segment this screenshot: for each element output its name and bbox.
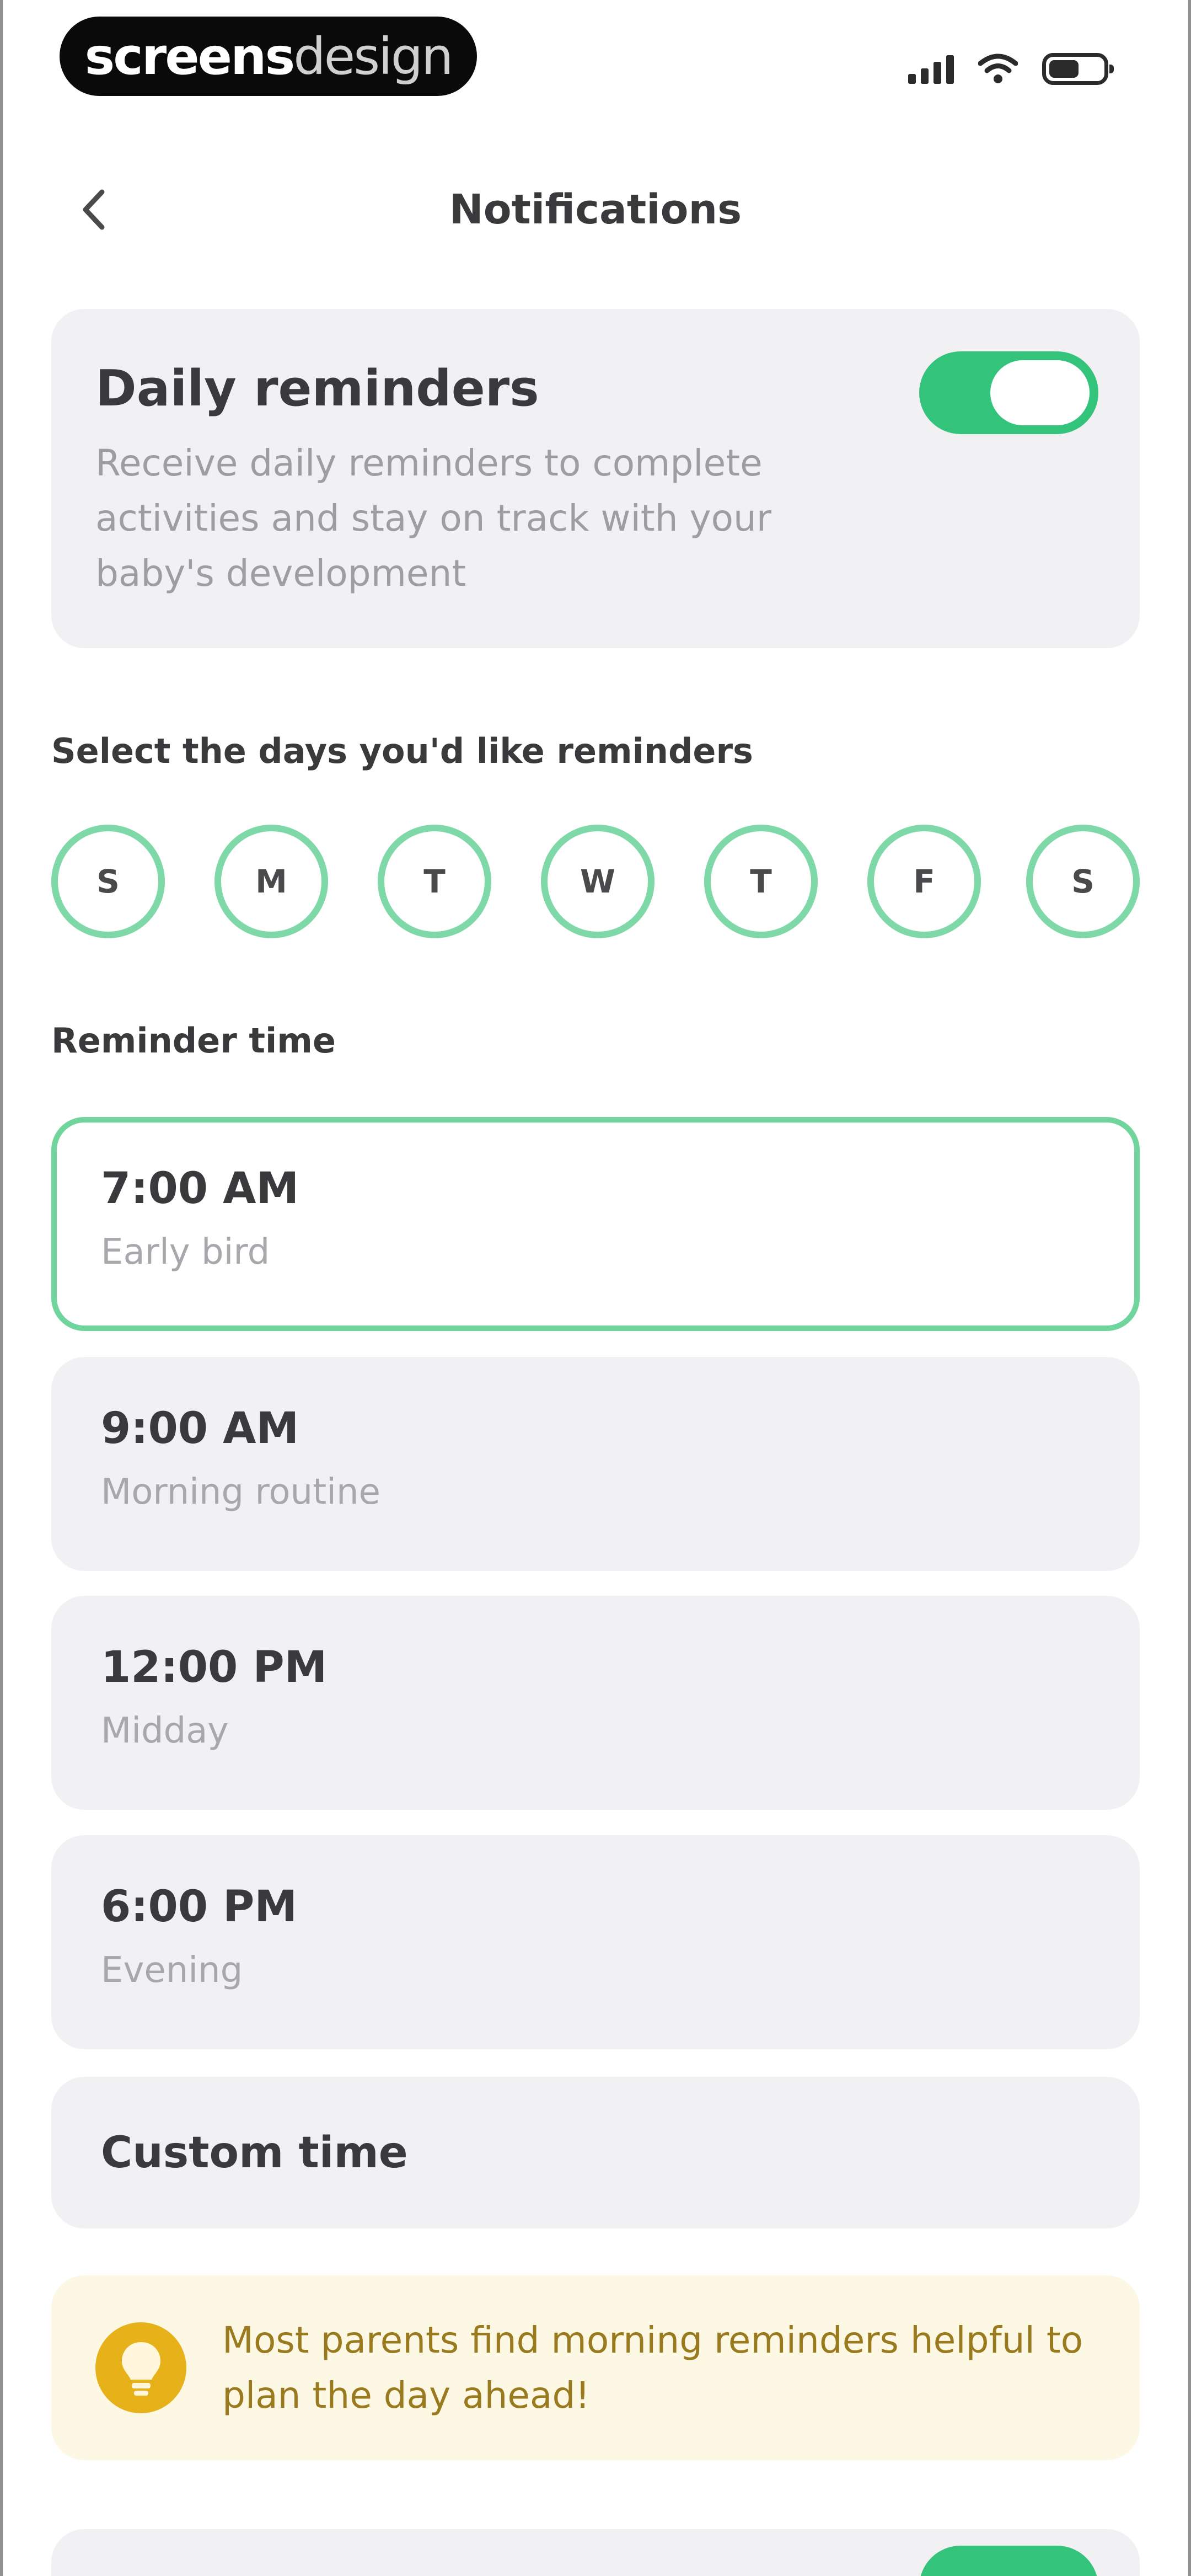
time-option-12pm[interactable]: 12:00 PM Midday [51, 1596, 1140, 1810]
daily-reminders-toggle[interactable] [919, 351, 1098, 434]
tip-banner: Most parents find morning reminders help… [51, 2275, 1140, 2460]
time-option-caption: Evening [101, 1950, 243, 1991]
brand-watermark: screens design [60, 17, 477, 96]
day-monday[interactable]: M [214, 825, 328, 938]
day-thursday[interactable]: T [704, 825, 818, 938]
next-setting-card [51, 2529, 1140, 2576]
brand-watermark-bold: screens [84, 26, 296, 86]
time-option-time: 7:00 AM [101, 1164, 299, 1214]
cellular-signal-icon [908, 54, 954, 84]
day-saturday[interactable]: S [1026, 825, 1140, 938]
page-title: Notifications [449, 186, 742, 233]
time-option-7am[interactable]: 7:00 AM Early bird [51, 1117, 1140, 1331]
toggle-knob [990, 360, 1090, 425]
day-wednesday[interactable]: W [541, 825, 654, 938]
tip-text: Most parents find morning reminders help… [222, 2318, 1083, 2417]
time-option-time: 9:00 AM [101, 1404, 299, 1453]
brand-watermark-light: design [293, 26, 453, 86]
next-setting-toggle[interactable] [919, 2546, 1098, 2576]
day-selector: S M T W T F S [51, 825, 1143, 940]
day-tuesday[interactable]: T [378, 825, 491, 938]
time-option-6pm[interactable]: 6:00 PM Evening [51, 1835, 1140, 2049]
custom-time-option[interactable]: Custom time [51, 2077, 1140, 2228]
custom-time-label: Custom time [101, 2128, 408, 2178]
days-section-label: Select the days you'd like reminders [51, 731, 753, 771]
time-option-caption: Midday [101, 1711, 229, 1751]
wifi-icon [978, 54, 1018, 83]
status-icons [908, 50, 1114, 88]
battery-icon [1042, 53, 1114, 85]
lightbulb-icon [95, 2322, 186, 2413]
time-option-time: 6:00 PM [101, 1882, 297, 1932]
reminder-time-label: Reminder time [51, 1020, 336, 1061]
device-edge-right [1188, 0, 1191, 2576]
day-sunday[interactable]: S [51, 825, 165, 938]
daily-reminders-card: Daily reminders Receive daily reminders … [51, 309, 1140, 648]
time-option-caption: Morning routine [101, 1472, 380, 1513]
device-edge-left [0, 0, 3, 2576]
notifications-screen: screens design Notifications Daily remind… [0, 0, 1191, 2576]
time-option-9am[interactable]: 9:00 AM Morning routine [51, 1357, 1140, 1571]
day-friday[interactable]: F [867, 825, 981, 938]
time-option-time: 12:00 PM [101, 1643, 328, 1692]
time-option-caption: Early bird [101, 1232, 270, 1273]
daily-reminders-description: Receive daily reminders to complete acti… [95, 442, 771, 595]
